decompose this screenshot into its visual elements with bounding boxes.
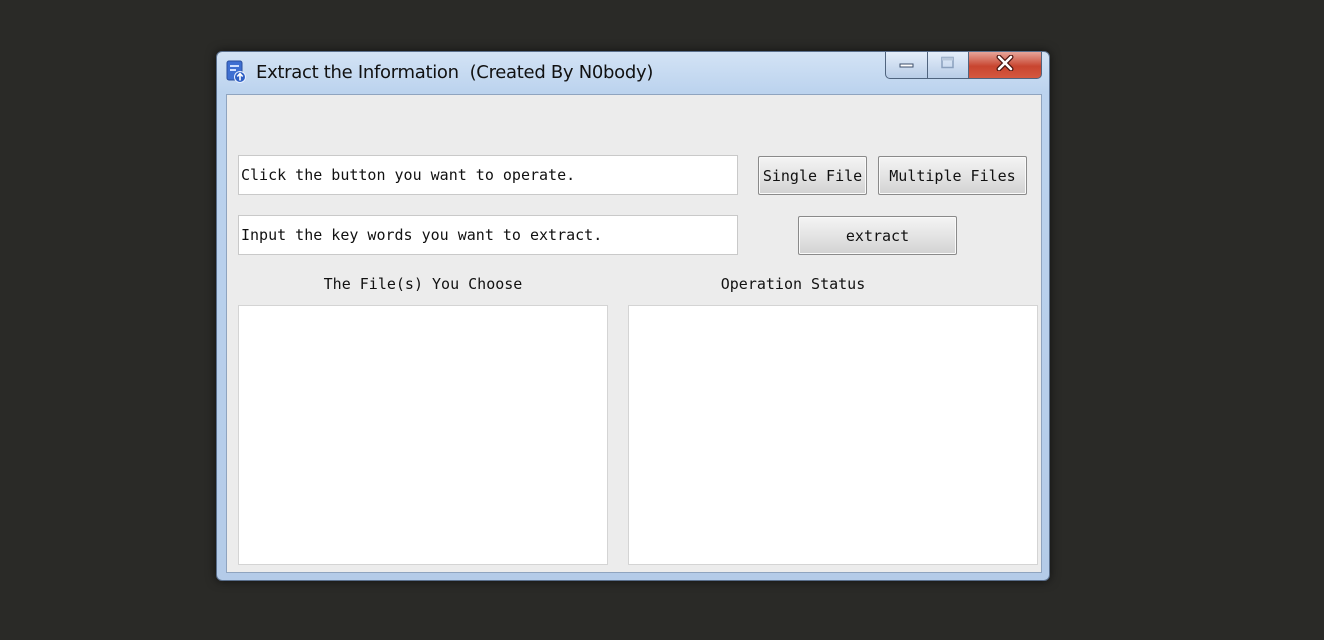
status-heading: Operation Status: [720, 275, 866, 293]
minimize-button[interactable]: [885, 52, 928, 79]
files-listbox[interactable]: [238, 305, 608, 565]
app-document-upload-icon: [226, 60, 246, 84]
close-button[interactable]: [968, 52, 1042, 79]
close-icon: [995, 54, 1015, 76]
minimize-icon: [899, 56, 915, 74]
extract-button[interactable]: extract: [798, 216, 957, 255]
single-file-button[interactable]: Single File: [758, 156, 867, 195]
operation-hint-field[interactable]: Click the button you want to operate.: [238, 155, 738, 195]
keywords-field[interactable]: Input the key words you want to extract.: [238, 215, 738, 255]
app-window: Extract the Information (Created By N0bo…: [216, 51, 1050, 581]
maximize-icon: [940, 56, 956, 75]
maximize-button[interactable]: [927, 52, 969, 79]
operation-status-box[interactable]: [628, 305, 1038, 565]
window-title: Extract the Information (Created By N0bo…: [256, 62, 654, 83]
files-list-heading: The File(s) You Choose: [323, 275, 523, 293]
multiple-files-button[interactable]: Multiple Files: [878, 156, 1027, 195]
window-client-area: Click the button you want to operate. Si…: [226, 94, 1042, 573]
